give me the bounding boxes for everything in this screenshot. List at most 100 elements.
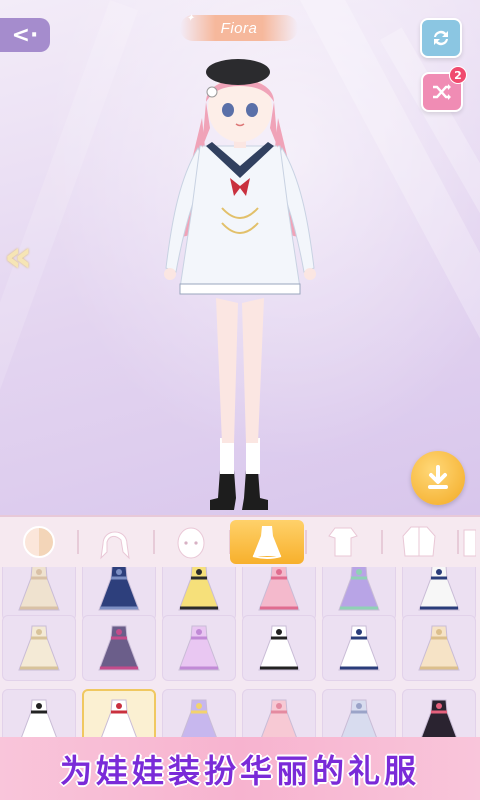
dress-thumbnail-icon	[98, 625, 140, 671]
dress-thumbnail-icon	[101, 699, 137, 737]
tab-face[interactable]	[154, 520, 231, 564]
dress-thumbnail-bow	[436, 703, 442, 709]
dress-thumbnail-bow	[276, 703, 282, 709]
outfit-item-card[interactable]	[402, 567, 476, 621]
dress-thumbnail-bow	[356, 703, 362, 709]
back-button[interactable]: <·	[0, 18, 50, 52]
category-tab-bar	[0, 515, 480, 567]
outfit-item-card[interactable]	[242, 689, 316, 737]
doll-left-hand	[164, 268, 176, 280]
outfit-item-grid	[0, 567, 480, 737]
doll-right-hand	[304, 268, 316, 280]
dress-thumbnail-bow	[196, 629, 202, 635]
character-name-plate: ✦ Fiora	[180, 13, 298, 41]
doll-beret	[206, 59, 270, 85]
dress-thumbnail-icon	[261, 699, 297, 737]
more-category-icon	[463, 529, 476, 557]
outfit-item-card[interactable]	[162, 689, 236, 737]
download-button[interactable]	[411, 451, 465, 505]
dress-thumbnail-bow	[356, 629, 362, 635]
dress-thumbnail-icon	[18, 625, 60, 671]
dress-thumbnail-bow	[436, 629, 442, 635]
outfit-item-card[interactable]	[242, 615, 316, 681]
dress-thumbnail-icon	[98, 567, 140, 611]
tab-skin[interactable]	[2, 520, 79, 564]
dress-thumbnail-icon	[421, 699, 457, 737]
tab-more[interactable]	[458, 520, 478, 564]
shuffle-icon	[433, 84, 451, 100]
dress-thumbnail-icon	[418, 625, 460, 671]
dress-thumbnail-icon	[418, 567, 460, 611]
tab-top[interactable]	[306, 520, 383, 564]
dress-thumbnail-bow	[36, 703, 42, 709]
coat-icon	[402, 526, 436, 557]
doll-right-shoe	[242, 470, 268, 510]
dress-thumbnail-icon	[181, 699, 217, 737]
dress-thumbnail-icon	[258, 567, 300, 611]
outfit-item-card[interactable]	[2, 567, 76, 621]
dress-thumbnail-icon	[338, 567, 380, 611]
doll-right-eye	[246, 103, 258, 117]
outfit-item-card[interactable]	[2, 615, 76, 681]
dress-thumbnail-bow	[356, 569, 362, 575]
tab-dress[interactable]	[230, 520, 307, 564]
outfit-item-card[interactable]	[162, 615, 236, 681]
dress-thumbnail-icon	[341, 699, 377, 737]
outfit-item-card[interactable]	[2, 689, 76, 737]
doll-right-leg	[242, 298, 264, 443]
skin-icon	[23, 526, 55, 558]
promo-banner-text: 为娃娃装扮华丽的礼服	[59, 751, 420, 790]
outfit-item-card[interactable]	[322, 567, 396, 621]
outfit-item-card[interactable]	[82, 689, 156, 737]
outfit-item-card[interactable]	[82, 615, 156, 681]
shuffle-button[interactable]: 2	[421, 66, 467, 112]
character-name: Fiora	[220, 19, 258, 37]
top-icon	[328, 527, 358, 557]
dress-thumbnail-bow	[276, 629, 282, 635]
sparkle-icon: ✦	[186, 13, 195, 24]
dress-thumbnail-bow	[116, 569, 122, 575]
download-icon	[428, 465, 448, 489]
outfit-item-card[interactable]	[242, 567, 316, 621]
doll-dress-hem	[179, 283, 301, 295]
previous-outfit-button[interactable]: «	[4, 232, 44, 282]
double-chevron-left-icon: «	[4, 231, 33, 282]
dress-thumbnail-bow	[116, 703, 122, 709]
tab-hair[interactable]	[78, 520, 155, 564]
dress-thumbnail-icon	[178, 625, 220, 671]
dress-thumbnail-bow	[36, 629, 42, 635]
outfit-item-card[interactable]	[162, 567, 236, 621]
tab-coat[interactable]	[382, 520, 459, 564]
refresh-icon	[434, 30, 448, 46]
doll-hair-clip	[206, 86, 218, 98]
dress-thumbnail-bow	[116, 629, 122, 635]
doll-left-sock	[220, 438, 234, 474]
promo-banner: 为娃娃装扮华丽的礼服	[0, 737, 480, 800]
doll-left-leg	[216, 298, 238, 443]
hair-icon	[100, 531, 130, 560]
outfit-item-card[interactable]	[322, 689, 396, 737]
outfit-item-card[interactable]	[402, 615, 476, 681]
dress-icon	[252, 526, 282, 559]
dress-thumbnail-bow	[276, 569, 282, 575]
dress-thumbnail-icon	[21, 699, 57, 737]
dress-thumbnail-icon	[18, 567, 60, 611]
refresh-button[interactable]	[420, 18, 462, 58]
doll-left-eye	[222, 103, 234, 117]
dress-thumbnail-bow	[436, 569, 442, 575]
doll-left-shoe	[210, 470, 236, 510]
doll-character[interactable]	[150, 58, 330, 515]
outfit-item-card[interactable]	[82, 567, 156, 621]
shuffle-count-badge: 2	[449, 66, 467, 84]
dress-thumbnail-icon	[178, 567, 220, 611]
dress-thumbnail-icon	[258, 625, 300, 671]
dress-thumbnail-bow	[196, 569, 202, 575]
doll-right-sock	[246, 438, 260, 474]
face-icon	[177, 527, 205, 559]
double-chevron-left-icon: <·	[11, 22, 39, 48]
outfit-item-card[interactable]	[322, 615, 396, 681]
dress-thumbnail-bow	[36, 569, 42, 575]
outfit-item-card[interactable]	[402, 689, 476, 737]
dress-thumbnail-icon	[338, 625, 380, 671]
dressup-stage: <· ✦ Fiora 2 «	[0, 0, 480, 515]
